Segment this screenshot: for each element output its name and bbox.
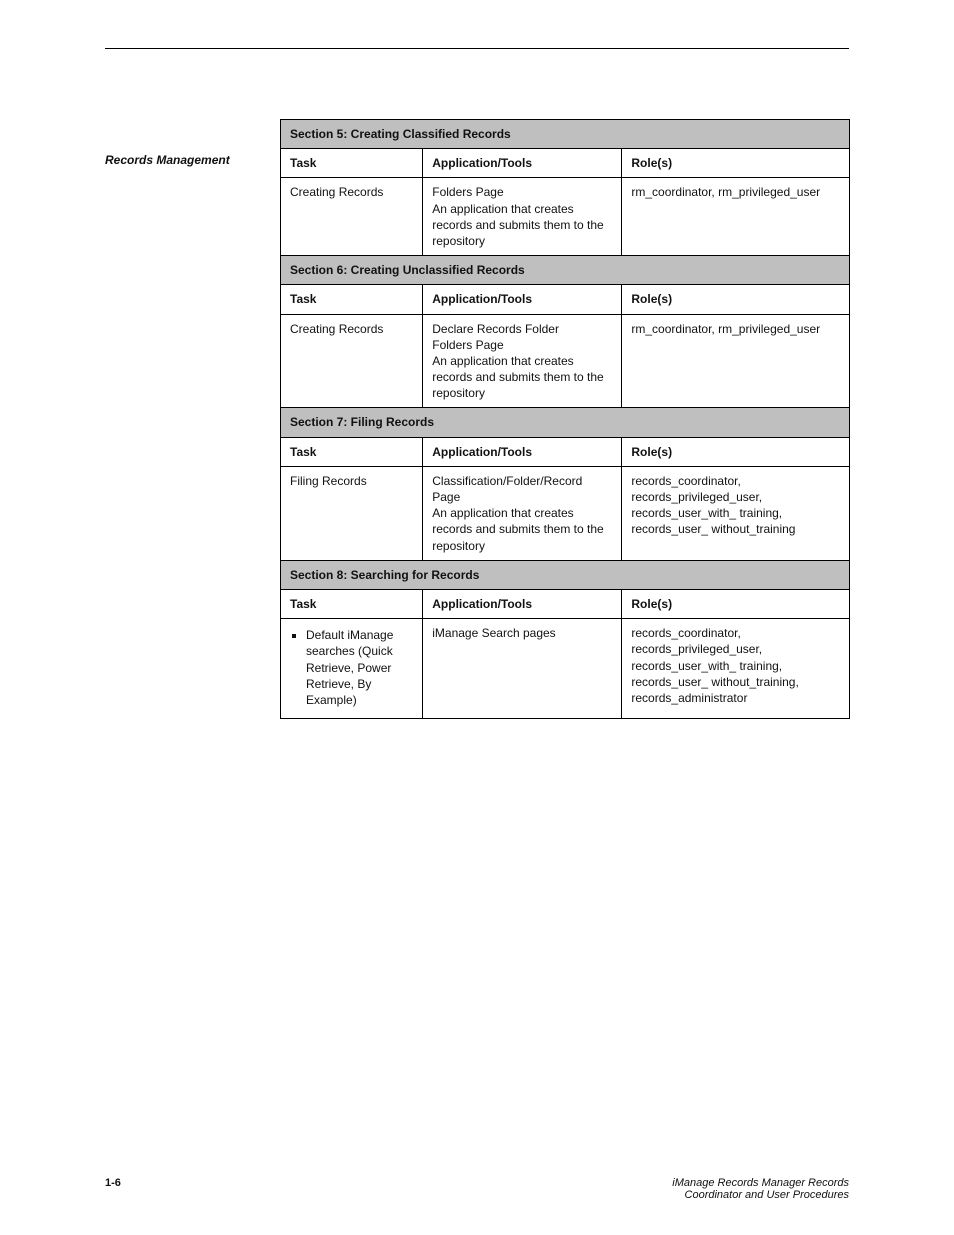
col-appl: Application/Tools xyxy=(423,285,622,314)
top-divider xyxy=(105,48,849,49)
col-appl: Application/Tools xyxy=(423,149,622,178)
section-6-row-0-task: Creating Records xyxy=(281,314,423,408)
section-7-col-headers: Task Application/Tools Role(s) xyxy=(281,437,850,466)
col-task: Task xyxy=(281,589,423,618)
page: Records Management Section 5: Creating C… xyxy=(0,0,954,1235)
section-5-row-0: Creating Records Folders Page An applica… xyxy=(281,178,850,256)
section-8-row-0-task-bullet-0: Default iManage searches (Quick Retrieve… xyxy=(306,627,413,708)
section-8-col-headers: Task Application/Tools Role(s) xyxy=(281,589,850,618)
col-task: Task xyxy=(281,285,423,314)
sidebar-heading-records-management: Records Management xyxy=(105,153,255,167)
section-8-row-0: Default iManage searches (Quick Retrieve… xyxy=(281,619,850,719)
col-appl: Application/Tools xyxy=(423,437,622,466)
section-7-row-0: Filing Records Classification/Folder/Rec… xyxy=(281,466,850,560)
section-6-row-0-appl: Declare Records Folder Folders Page An a… xyxy=(423,314,622,408)
section-6-col-headers: Task Application/Tools Role(s) xyxy=(281,285,850,314)
section-8-row-0-appl: iManage Search pages xyxy=(423,619,622,719)
section-6-title: Section 6: Creating Unclassified Records xyxy=(281,256,850,285)
footer-title: iManage Records Manager Records Coordina… xyxy=(672,1177,849,1201)
col-roles: Role(s) xyxy=(622,149,850,178)
page-footer: 1-6 iManage Records Manager Records Coor… xyxy=(105,1177,849,1201)
section-6-row-0: Creating Records Declare Records Folder … xyxy=(281,314,850,408)
section-5-title: Section 5: Creating Classified Records xyxy=(281,120,850,149)
section-8-header: Section 8: Searching for Records xyxy=(281,560,850,589)
section-7-title: Section 7: Filing Records xyxy=(281,408,850,437)
section-7-header: Section 7: Filing Records xyxy=(281,408,850,437)
col-appl: Application/Tools xyxy=(423,589,622,618)
section-8-title: Section 8: Searching for Records xyxy=(281,560,850,589)
section-7-row-0-appl: Classification/Folder/Record Page An app… xyxy=(423,466,622,560)
footer-title-line1: iManage Records Manager Records xyxy=(672,1177,849,1189)
section-8-row-0-roles: records_coordinator, records_privileged_… xyxy=(622,619,850,719)
section-6-header: Section 6: Creating Unclassified Records xyxy=(281,256,850,285)
section-8-row-0-task: Default iManage searches (Quick Retrieve… xyxy=(281,619,423,719)
col-task: Task xyxy=(281,149,423,178)
section-7-row-0-task: Filing Records xyxy=(281,466,423,560)
section-5-col-headers: Task Application/Tools Role(s) xyxy=(281,149,850,178)
col-task: Task xyxy=(281,437,423,466)
section-5-header: Section 5: Creating Classified Records xyxy=(281,120,850,149)
col-roles: Role(s) xyxy=(622,437,850,466)
section-5-row-0-appl: Folders Page An application that creates… xyxy=(423,178,622,256)
section-5-row-0-task: Creating Records xyxy=(281,178,423,256)
page-number: 1-6 xyxy=(105,1177,121,1201)
records-management-table: Section 5: Creating Classified Records T… xyxy=(280,119,850,719)
section-5-row-0-roles: rm_coordinator, rm_privileged_user xyxy=(622,178,850,256)
col-roles: Role(s) xyxy=(622,589,850,618)
section-7-row-0-roles: records_coordinator, records_privileged_… xyxy=(622,466,850,560)
section-6-row-0-roles: rm_coordinator, rm_privileged_user xyxy=(622,314,850,408)
col-roles: Role(s) xyxy=(622,285,850,314)
footer-title-line2: Coordinator and User Procedures xyxy=(685,1189,849,1201)
